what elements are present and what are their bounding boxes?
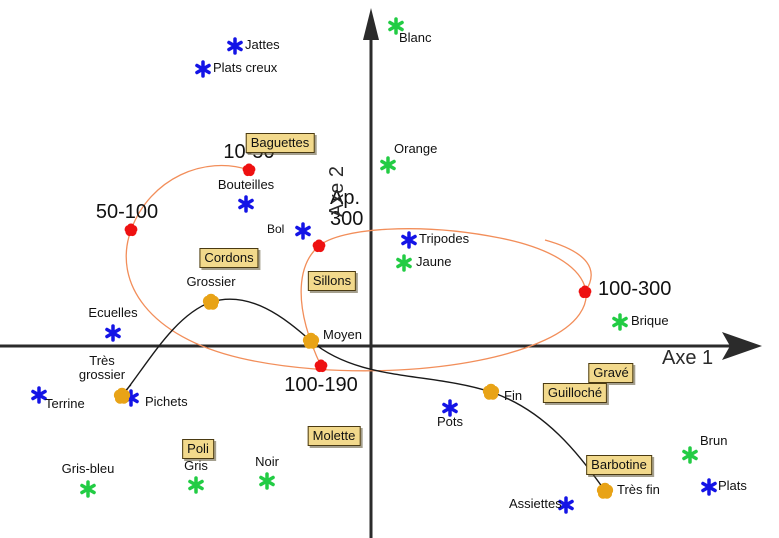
data-point-marker <box>258 472 276 490</box>
decoration-tag: Barbotine <box>586 455 652 475</box>
point-label: Terrine <box>45 396 85 411</box>
point-label: Noir <box>255 454 279 469</box>
data-point-marker <box>681 446 699 464</box>
data-point-marker <box>611 313 629 331</box>
data-point-marker <box>700 478 718 496</box>
correspondence-analysis-plot: Jattes Plats creux Bouteilles Bol Tripod… <box>0 0 779 538</box>
data-point-marker <box>79 480 97 498</box>
point-label: Fin <box>504 388 523 403</box>
data-point-marker <box>310 237 328 255</box>
data-point-marker <box>187 476 205 494</box>
y-axis <box>363 8 379 538</box>
point-label: Jaune <box>416 254 452 269</box>
x-axis-title: Axe 1 <box>662 347 714 369</box>
point-label: Pichets <box>145 394 188 409</box>
decoration-tag: Cordons <box>199 248 259 268</box>
data-point-marker <box>237 195 255 213</box>
point-label: Ecuelles <box>88 305 138 320</box>
decoration-tag: Gravé <box>588 363 634 383</box>
data-point-marker <box>200 291 222 313</box>
point-label: Brique <box>631 313 669 328</box>
data-point-marker <box>576 283 594 301</box>
point-label: Bouteilles <box>217 177 275 192</box>
data-point-marker <box>194 60 212 78</box>
data-point-marker <box>122 221 140 239</box>
point-label: Plats <box>718 478 747 493</box>
point-label: 100-190 <box>284 374 358 396</box>
y-axis-title: Axe 2 <box>325 166 348 218</box>
point-label: Pots <box>436 414 464 429</box>
point-label: Plats creux <box>213 60 278 75</box>
decoration-tag: Guilloché <box>542 383 608 403</box>
data-point-marker <box>111 385 133 407</box>
data-point-marker <box>395 254 413 272</box>
data-point-marker <box>400 231 418 249</box>
point-label: Orange <box>394 141 438 156</box>
point-label: Assiettes <box>509 496 562 511</box>
data-point-marker <box>300 330 322 352</box>
data-point-marker <box>480 381 502 403</box>
data-point-marker <box>240 161 258 179</box>
decoration-tag: Baguettes <box>245 133 315 153</box>
decoration-tag: Molette <box>307 426 361 446</box>
point-label: Jattes <box>245 37 280 52</box>
point-label: Très grossier <box>78 353 126 383</box>
decoration-tag: Sillons <box>307 271 357 291</box>
point-label: Brun <box>700 433 728 448</box>
data-point-marker <box>104 324 122 342</box>
point-label: Tripodes <box>419 231 470 246</box>
point-label: Gris <box>184 458 208 473</box>
point-label: Bol <box>267 222 285 236</box>
point-label: Moyen <box>323 327 363 342</box>
point-label: Blanc <box>399 30 432 45</box>
data-point-marker <box>312 357 330 375</box>
plot-vector-layer <box>0 8 762 538</box>
point-label: Grossier <box>186 274 236 289</box>
data-point-marker <box>379 156 397 174</box>
point-label: 50-100 <box>95 201 159 223</box>
data-point-marker <box>226 37 244 55</box>
decoration-tag: Poli <box>182 439 214 459</box>
point-label: Gris-bleu <box>61 461 115 476</box>
y-axis-arrowhead <box>363 8 379 40</box>
point-label: Très fin <box>617 482 660 497</box>
data-point-marker <box>594 480 616 502</box>
point-label: 100-300 <box>598 278 672 300</box>
